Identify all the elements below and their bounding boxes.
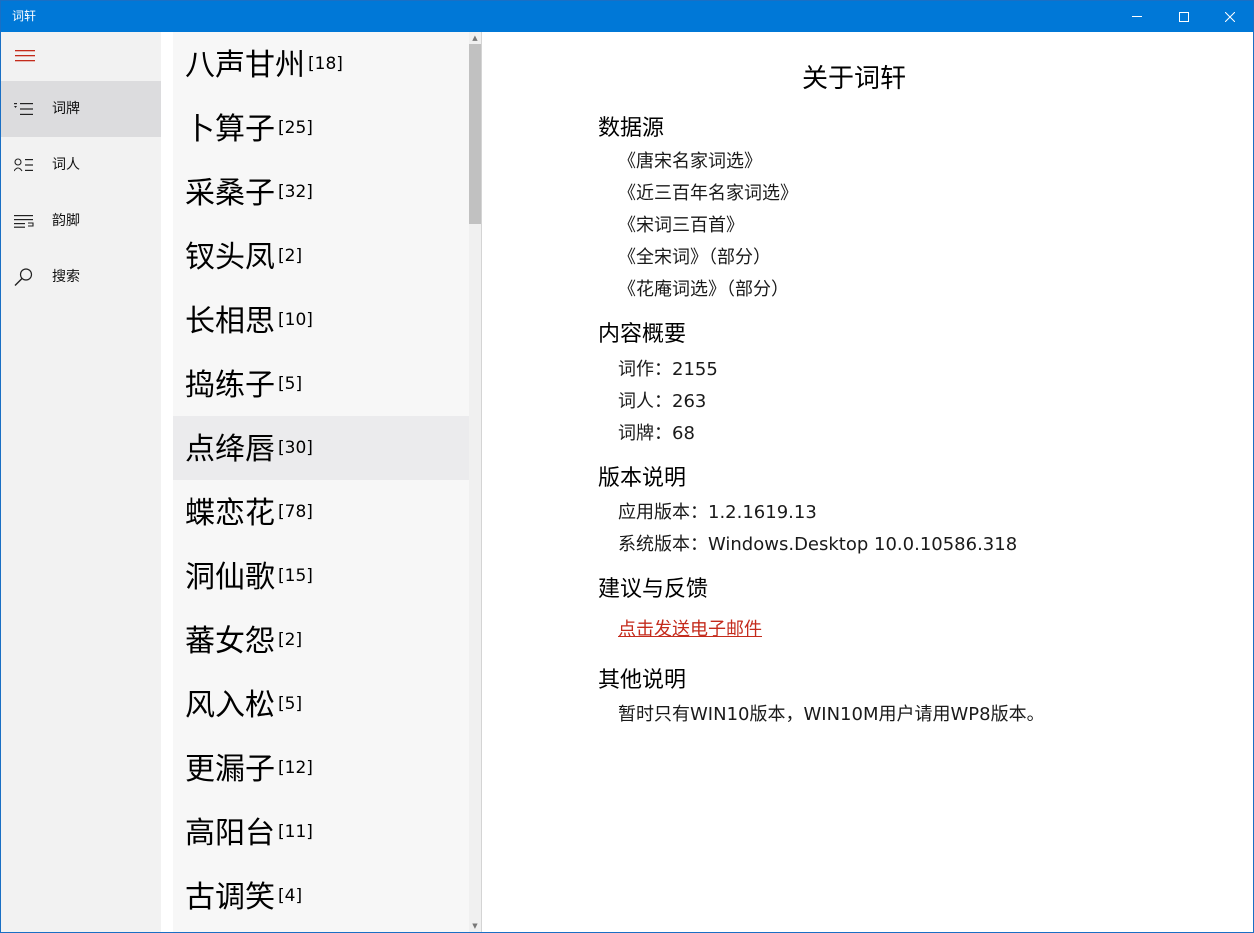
list-scrollbar[interactable]: ▲ ▼ (469, 32, 481, 932)
section-heading-version: 版本说明 (598, 466, 687, 491)
nav-item-search[interactable]: 搜索 (1, 249, 161, 305)
cipai-name: 长相思 (185, 304, 275, 339)
list-item[interactable]: 风入松 [5] (173, 672, 469, 736)
maximize-button[interactable] (1161, 1, 1207, 32)
cipai-count: [25] (278, 118, 313, 138)
window-title: 词轩 (12, 9, 37, 23)
list-item[interactable]: 长相思 [10] (173, 288, 469, 352)
cipai-count: [12] (278, 758, 313, 778)
other-note-line: 暂时只有WIN10版本，WIN10M用户请用WP8版本。 (618, 704, 1045, 725)
list-item[interactable]: 钗头凤 [2] (173, 224, 469, 288)
summary-line: 词作：2155 (618, 359, 718, 380)
source-line: 《花庵词选》（部分） (618, 279, 789, 300)
list-item[interactable]: 古调笑 [4] (173, 864, 469, 928)
nav-item-yunjiao[interactable]: 韵脚 (1, 193, 161, 249)
cipai-count: [5] (278, 374, 303, 394)
cipai-count: [78] (278, 502, 313, 522)
list-item[interactable]: 采桑子 [32] (173, 160, 469, 224)
cipai-name: 捣练子 (185, 368, 275, 403)
cipai-name: 钗头凤 (185, 240, 275, 275)
source-line: 《近三百年名家词选》 (618, 183, 798, 204)
rhyme-lines-icon (13, 212, 35, 230)
scroll-up-arrow-icon[interactable]: ▲ (469, 32, 481, 44)
close-button[interactable] (1207, 1, 1253, 32)
cipai-count: [30] (278, 438, 313, 458)
cipai-name: 采桑子 (185, 176, 275, 211)
cipai-name: 卜算子 (185, 112, 275, 147)
cipai-count: [32] (278, 182, 313, 202)
title-bar[interactable]: 词轩 (1, 1, 1253, 32)
cipai-count: [2] (278, 630, 303, 650)
version-line: 系统版本：Windows.Desktop 10.0.10586.318 (618, 534, 1018, 555)
minimize-button[interactable] (1114, 1, 1160, 32)
close-icon (1225, 11, 1235, 22)
summary-line: 词人：263 (618, 391, 707, 412)
list-item[interactable]: 卜算子 [25] (173, 96, 469, 160)
cipai-count: [10] (278, 310, 313, 330)
scroll-thumb[interactable] (469, 44, 481, 224)
search-icon (13, 268, 35, 286)
section-heading-feedback: 建议与反馈 (598, 577, 709, 602)
cipai-count: [11] (278, 822, 313, 842)
nav-item-label: 词牌 (52, 101, 80, 117)
cipai-list[interactable]: 八声甘州 [18] 卜算子 [25] 采桑子 [32] 钗头凤 [2] 长相思 [10] … (173, 32, 481, 932)
cipai-name: 风入松 (185, 688, 275, 723)
list-item[interactable]: 捣练子 [5] (173, 352, 469, 416)
cipai-name: 古调笑 (185, 880, 275, 915)
source-line: 《宋词三百首》 (618, 215, 744, 236)
hamburger-menu-button[interactable] (1, 32, 49, 80)
cipai-name: 更漏子 (185, 752, 275, 787)
cipai-name: 点绛唇 (185, 432, 275, 467)
list-item[interactable]: 更漏子 [12] (173, 736, 469, 800)
maximize-icon (1179, 11, 1189, 22)
summary-line: 词牌：68 (618, 423, 695, 444)
app-window: 词轩 词牌 词人 韵脚 搜索 八声甘州 [18] 卜算子 [25] 采桑子 [3… (0, 0, 1254, 933)
cipai-name: 八声甘州 (185, 48, 305, 83)
list-item[interactable]: 蕃女怨 [2] (173, 608, 469, 672)
nav-item-label: 韵脚 (52, 213, 80, 229)
nav-item-label: 词人 (52, 157, 80, 173)
minimize-icon (1132, 16, 1142, 17)
source-line: 《全宋词》（部分） (618, 247, 771, 268)
list-item[interactable]: 洞仙歌 [15] (173, 544, 469, 608)
cipai-count: [5] (278, 694, 303, 714)
version-line: 应用版本：1.2.1619.13 (618, 502, 817, 523)
section-heading-other: 其他说明 (598, 668, 687, 693)
about-content: 关于词轩 数据源 《唐宋名家词选》 《近三百年名家词选》 《宋词三百首》 《全宋… (482, 32, 1253, 932)
cipai-count: [15] (278, 566, 313, 586)
nav-item-ciren[interactable]: 词人 (1, 137, 161, 193)
navigation-pane: 词牌 词人 韵脚 搜索 (1, 32, 161, 932)
scroll-down-arrow-icon[interactable]: ▼ (469, 920, 481, 932)
cipai-count: [18] (308, 54, 343, 74)
cipai-name: 洞仙歌 (185, 560, 275, 595)
cipai-name: 高阳台 (185, 816, 275, 851)
send-email-link[interactable]: 点击发送电子邮件 (618, 618, 762, 642)
nav-item-label: 搜索 (52, 269, 80, 285)
source-line: 《唐宋名家词选》 (618, 151, 762, 172)
hamburger-icon (15, 50, 35, 62)
list-item[interactable]: 八声甘州 [18] (173, 32, 469, 96)
list-item[interactable]: 蝶恋花 [78] (173, 480, 469, 544)
person-list-icon (13, 156, 35, 174)
section-heading-summary: 内容概要 (598, 322, 687, 347)
list-icon (13, 100, 35, 118)
list-item[interactable]: 高阳台 [11] (173, 800, 469, 864)
list-item-selected[interactable]: 点绛唇 [30] (173, 416, 469, 480)
cipai-name: 蝶恋花 (185, 496, 275, 531)
cipai-count: [4] (278, 886, 303, 906)
page-title: 关于词轩 (802, 64, 907, 94)
cipai-count: [2] (278, 246, 303, 266)
cipai-name: 蕃女怨 (185, 624, 275, 659)
nav-item-cipai[interactable]: 词牌 (1, 81, 161, 137)
section-heading-sources: 数据源 (598, 116, 665, 141)
